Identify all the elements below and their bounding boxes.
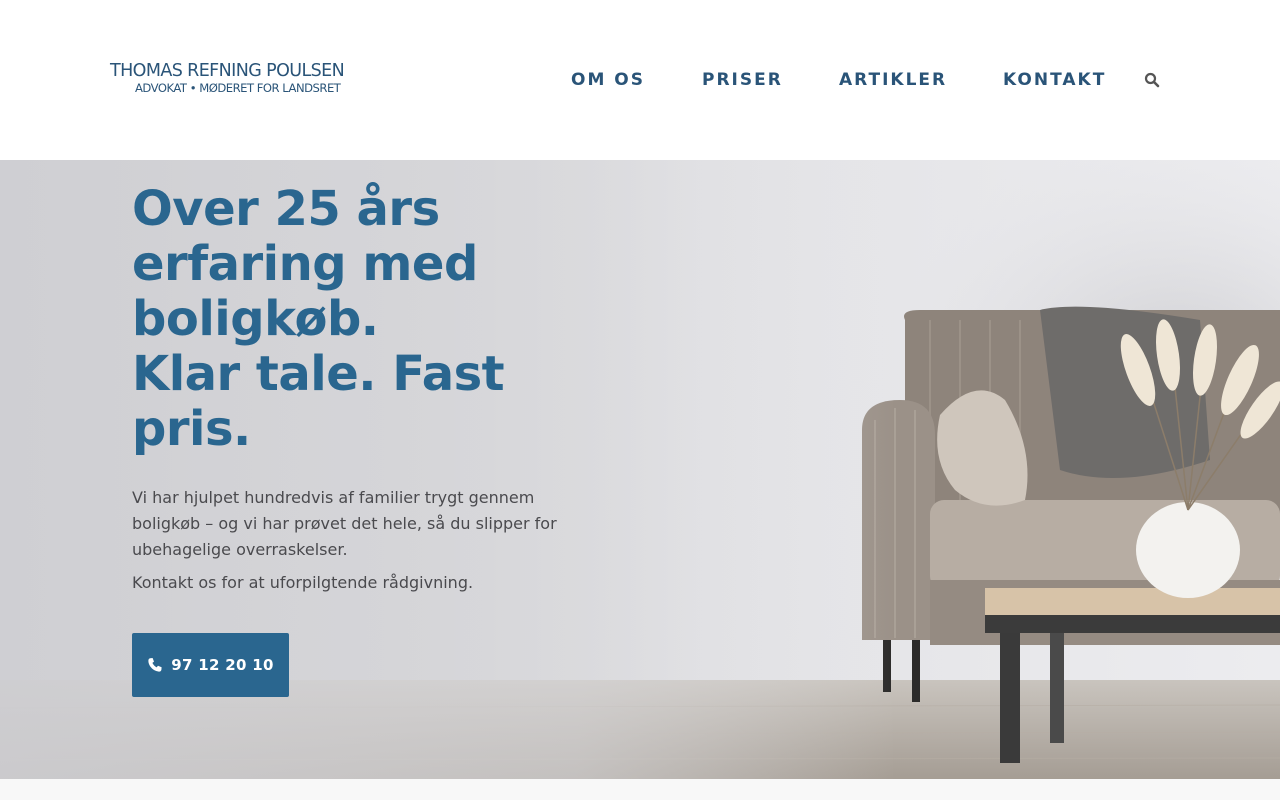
- site-header: THOMAS REFNING POULSEN ADVOKAT • MØDERET…: [0, 0, 1280, 160]
- headline-line: boligkøb.: [132, 291, 379, 347]
- search-icon[interactable]: [1144, 72, 1160, 88]
- phone-icon: [147, 657, 163, 673]
- nav-item-artikler[interactable]: ARTIKLER: [839, 68, 947, 92]
- nav-item-priser[interactable]: PRISER: [702, 68, 783, 92]
- headline-line: Over 25 års: [132, 181, 440, 237]
- hero-section: Over 25 års erfaring med boligkøb. Klar …: [0, 160, 1280, 779]
- nav-item-kontakt[interactable]: KONTAKT: [1003, 68, 1106, 92]
- hero-headline: Over 25 års erfaring med boligkøb. Klar …: [132, 182, 572, 457]
- phone-number: 97 12 20 10: [171, 656, 274, 674]
- headline-line: erfaring med: [132, 236, 478, 292]
- logo-subtitle: ADVOKAT • MØDERET FOR LANDSRET: [135, 81, 341, 95]
- headline-line: pris.: [132, 401, 251, 457]
- nav-item-om-os[interactable]: OM OS: [571, 68, 645, 92]
- logo[interactable]: THOMAS REFNING POULSEN ADVOKAT • MØDERET…: [110, 61, 350, 95]
- headline-line: Klar tale. Fast: [132, 346, 505, 402]
- logo-name: THOMAS REFNING POULSEN: [110, 61, 345, 81]
- hero-description: Vi har hjulpet hundredvis af familier tr…: [132, 488, 557, 559]
- hero-contact-text: Kontakt os for at uforpilgtende rådgivni…: [132, 573, 474, 592]
- bottom-strip: [0, 779, 1280, 800]
- phone-call-button[interactable]: 97 12 20 10: [132, 633, 289, 697]
